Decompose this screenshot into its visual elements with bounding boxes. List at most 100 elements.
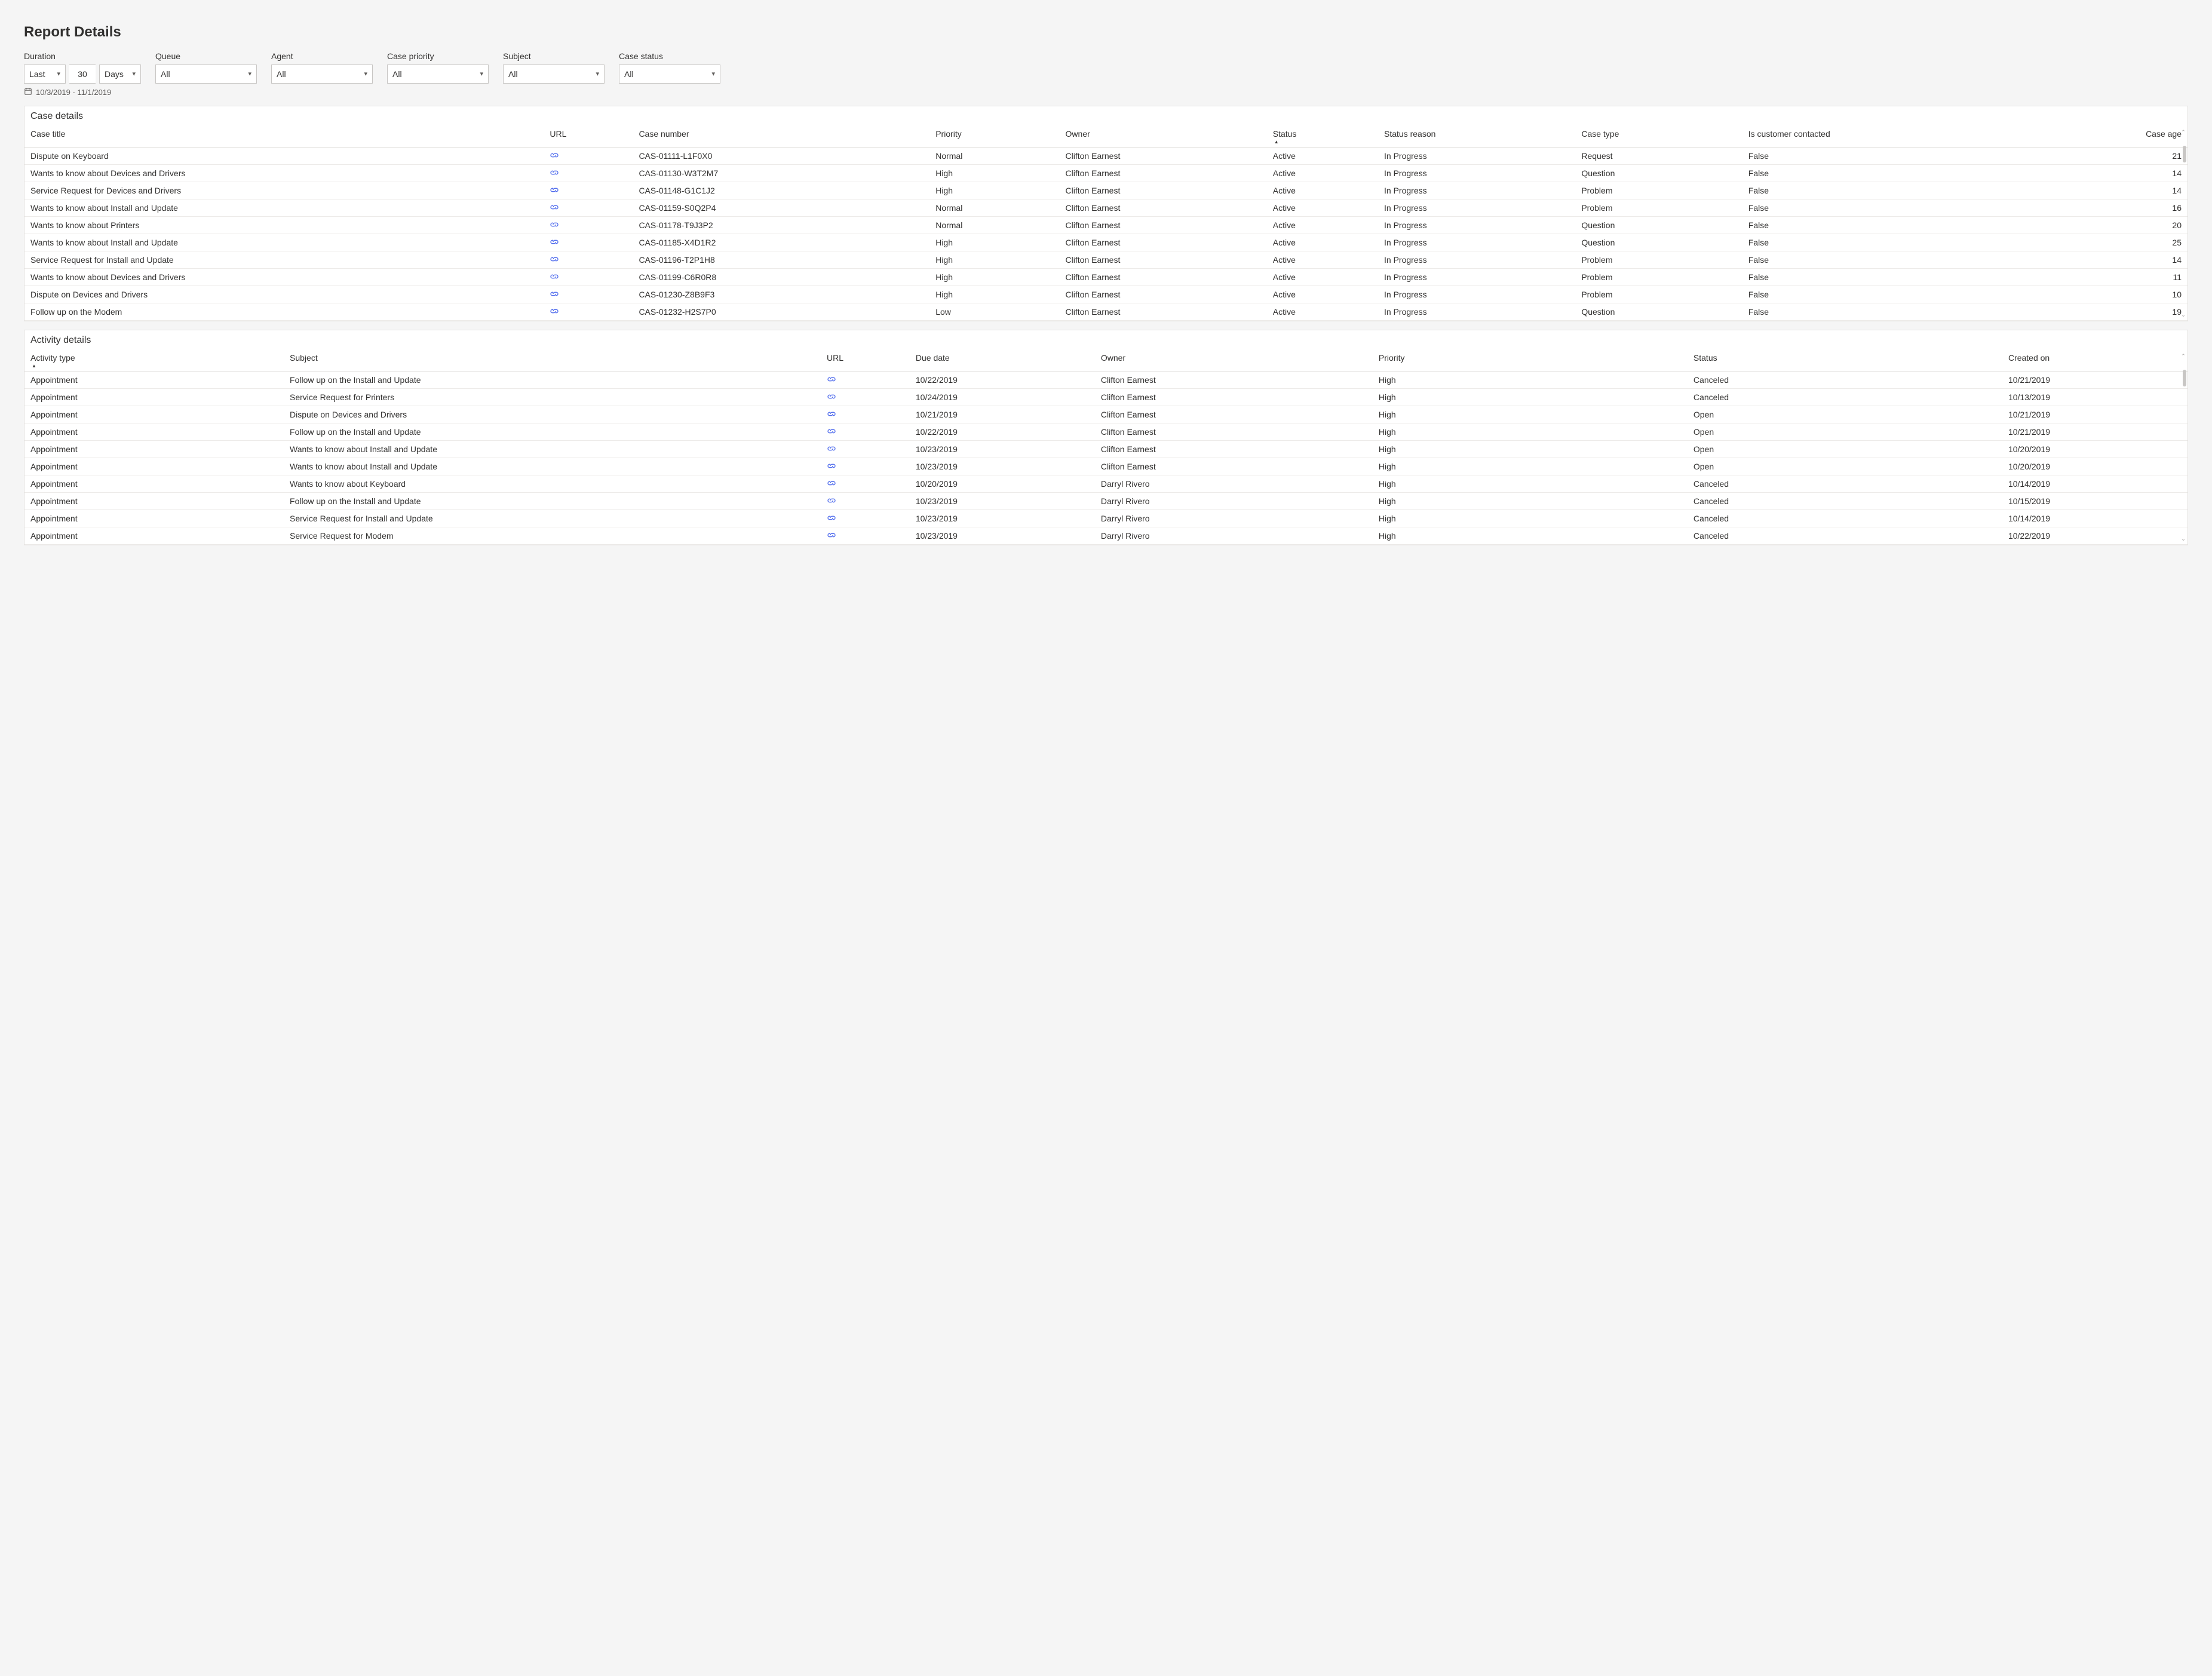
link-icon[interactable] <box>550 152 559 159</box>
table-row[interactable]: Wants to know about Devices and DriversC… <box>24 165 2188 182</box>
table-row[interactable]: Wants to know about Install and UpdateCA… <box>24 199 2188 217</box>
cell-owner: Clifton Earnest <box>1060 251 1267 269</box>
table-row[interactable]: AppointmentWants to know about Install a… <box>24 441 2188 458</box>
chevron-down-icon: ▾ <box>57 71 60 78</box>
table-row[interactable]: Wants to know about Install and UpdateCA… <box>24 234 2188 251</box>
link-icon[interactable] <box>550 273 559 280</box>
col-case-number[interactable]: Case number <box>633 124 929 148</box>
col-case-title[interactable]: Case title <box>24 124 544 148</box>
col-status[interactable]: Status <box>1688 348 2002 372</box>
table-row[interactable]: Service Request for Devices and DriversC… <box>24 182 2188 199</box>
duration-unit-select[interactable]: Days ▾ <box>99 65 141 84</box>
link-icon[interactable] <box>550 186 559 194</box>
cell-created-on: 10/14/2019 <box>2002 510 2188 527</box>
table-row[interactable]: Service Request for Install and UpdateCA… <box>24 251 2188 269</box>
col-status-reason[interactable]: Status reason <box>1378 124 1575 148</box>
link-icon[interactable] <box>550 290 559 297</box>
duration-value-input[interactable]: 30 <box>69 65 96 84</box>
cell-status: Active <box>1267 217 1378 234</box>
queue-select[interactable]: All ▾ <box>155 65 257 84</box>
cell-case-age: 16 <box>2039 199 2188 217</box>
filter-queue-label: Queue <box>155 51 257 61</box>
link-icon[interactable] <box>550 308 559 315</box>
cell-url <box>821 372 910 389</box>
col-status[interactable]: Status <box>1267 124 1378 148</box>
col-owner[interactable]: Owner <box>1095 348 1373 372</box>
link-icon[interactable] <box>827 480 836 487</box>
table-row[interactable]: AppointmentService Request for Printers1… <box>24 389 2188 406</box>
table-row[interactable]: AppointmentDispute on Devices and Driver… <box>24 406 2188 423</box>
link-icon[interactable] <box>827 514 836 521</box>
link-icon[interactable] <box>827 445 836 452</box>
table-row[interactable]: AppointmentFollow up on the Install and … <box>24 423 2188 441</box>
cell-status: Active <box>1267 199 1378 217</box>
col-is-contacted[interactable]: Is customer contacted <box>1742 124 2039 148</box>
table-row[interactable]: Dispute on Devices and DriversCAS-01230-… <box>24 286 2188 303</box>
table-row[interactable]: AppointmentFollow up on the Install and … <box>24 493 2188 510</box>
link-icon[interactable] <box>827 410 836 418</box>
chevron-down-icon: ▾ <box>480 71 483 78</box>
table-row[interactable]: AppointmentWants to know about Install a… <box>24 458 2188 475</box>
agent-select[interactable]: All ▾ <box>271 65 373 84</box>
cell-priority: Normal <box>929 148 1059 165</box>
cell-priority: High <box>1373 372 1688 389</box>
cell-priority: High <box>1373 423 1688 441</box>
link-icon[interactable] <box>550 169 559 176</box>
link-icon[interactable] <box>827 376 836 383</box>
link-icon[interactable] <box>550 238 559 245</box>
link-icon[interactable] <box>827 497 836 504</box>
col-url[interactable]: URL <box>821 348 910 372</box>
cell-case-title: Wants to know about Devices and Drivers <box>24 165 544 182</box>
table-row[interactable]: AppointmentService Request for Modem10/2… <box>24 527 2188 545</box>
scrollbar-thumb[interactable] <box>2183 146 2186 162</box>
link-icon[interactable] <box>550 221 559 228</box>
link-icon[interactable] <box>550 204 559 211</box>
cell-priority: High <box>929 251 1059 269</box>
table-row[interactable]: AppointmentFollow up on the Install and … <box>24 372 2188 389</box>
col-due-date[interactable]: Due date <box>910 348 1095 372</box>
col-activity-type[interactable]: Activity type <box>24 348 284 372</box>
status-select[interactable]: All ▾ <box>619 65 720 84</box>
chevron-down-icon: ▾ <box>711 71 715 78</box>
filter-agent-label: Agent <box>271 51 373 61</box>
cell-url <box>544 303 633 321</box>
link-icon[interactable] <box>827 393 836 400</box>
col-case-age[interactable]: Case age <box>2039 124 2188 148</box>
cell-owner: Clifton Earnest <box>1095 441 1373 458</box>
cell-case-title: Wants to know about Printers <box>24 217 544 234</box>
col-url[interactable]: URL <box>544 124 633 148</box>
priority-select[interactable]: All ▾ <box>387 65 489 84</box>
duration-value-text: 30 <box>78 69 87 79</box>
cell-status: Active <box>1267 234 1378 251</box>
cell-url <box>544 269 633 286</box>
link-icon[interactable] <box>827 428 836 435</box>
cell-status: Open <box>1688 458 2002 475</box>
cell-owner: Darryl Rivero <box>1095 510 1373 527</box>
col-created-on[interactable]: Created on <box>2002 348 2188 372</box>
cell-owner: Clifton Earnest <box>1060 303 1267 321</box>
cell-url <box>821 389 910 406</box>
duration-mode-select[interactable]: Last ▾ <box>24 65 66 84</box>
table-row[interactable]: Wants to know about Devices and DriversC… <box>24 269 2188 286</box>
subject-select[interactable]: All ▾ <box>503 65 605 84</box>
cell-activity-type: Appointment <box>24 493 284 510</box>
table-row[interactable]: Dispute on KeyboardCAS-01111-L1F0X0Norma… <box>24 148 2188 165</box>
scrollbar-thumb[interactable] <box>2183 370 2186 386</box>
cell-owner: Clifton Earnest <box>1060 217 1267 234</box>
cell-created-on: 10/21/2019 <box>2002 372 2188 389</box>
col-subject[interactable]: Subject <box>284 348 821 372</box>
col-priority[interactable]: Priority <box>1373 348 1688 372</box>
link-icon[interactable] <box>550 256 559 263</box>
cell-contacted: False <box>1742 269 2039 286</box>
link-icon[interactable] <box>827 532 836 539</box>
table-row[interactable]: AppointmentWants to know about Keyboard1… <box>24 475 2188 493</box>
col-case-type[interactable]: Case type <box>1575 124 1742 148</box>
link-icon[interactable] <box>827 462 836 469</box>
cell-case-age: 14 <box>2039 182 2188 199</box>
table-row[interactable]: Wants to know about PrintersCAS-01178-T9… <box>24 217 2188 234</box>
col-priority[interactable]: Priority <box>929 124 1059 148</box>
col-owner[interactable]: Owner <box>1060 124 1267 148</box>
cell-contacted: False <box>1742 182 2039 199</box>
table-row[interactable]: AppointmentService Request for Install a… <box>24 510 2188 527</box>
table-row[interactable]: Follow up on the ModemCAS-01232-H2S7P0Lo… <box>24 303 2188 321</box>
